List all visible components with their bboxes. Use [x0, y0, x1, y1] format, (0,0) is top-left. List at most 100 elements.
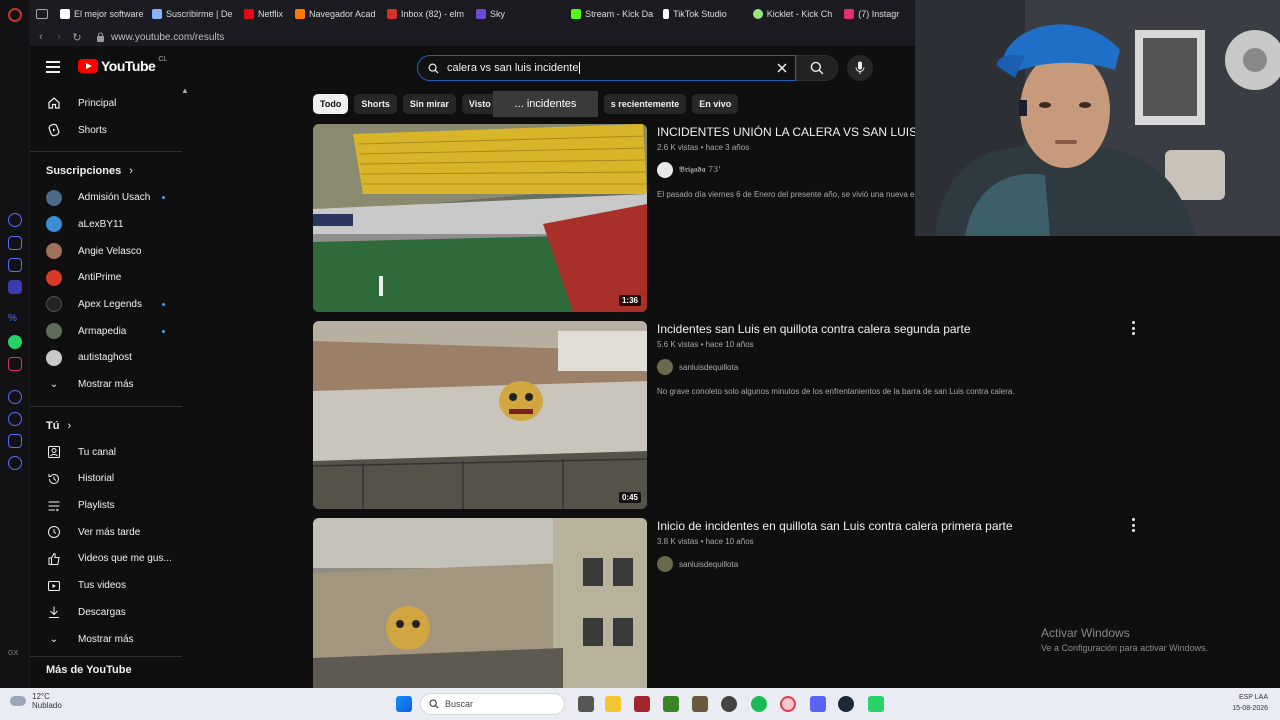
minecraft-icon[interactable]: [663, 696, 679, 712]
app-icon[interactable]: [721, 696, 737, 712]
whatsapp-icon[interactable]: [8, 335, 22, 349]
opera-logo-icon[interactable]: [8, 8, 22, 22]
bookmark[interactable]: Stream - Kick Da: [565, 0, 657, 28]
guide-item-playlists[interactable]: Playlists: [30, 492, 185, 519]
subscriptions-header[interactable]: Suscripciones ›: [30, 158, 185, 184]
instagram-icon[interactable]: [8, 357, 22, 371]
guide-item-watch-later[interactable]: Ver más tarde: [30, 519, 185, 546]
wallet-icon[interactable]: [8, 258, 22, 272]
task-view-icon[interactable]: [578, 696, 594, 712]
forward-icon[interactable]: ›: [50, 31, 68, 43]
messenger-icon[interactable]: [8, 280, 22, 294]
reload-icon[interactable]: ↻: [68, 31, 86, 44]
favicon-icon: [295, 9, 306, 19]
subscription-item[interactable]: autistaghost: [30, 345, 185, 372]
tabs-icon[interactable]: [36, 9, 48, 19]
home-icon: [46, 95, 62, 111]
url-field[interactable]: www.youtube.com/results: [96, 32, 224, 43]
you-header[interactable]: Tú ›: [30, 413, 185, 439]
channel-link[interactable]: sanluisdequillota: [657, 359, 1127, 375]
chip-all[interactable]: Todo: [313, 94, 349, 114]
player-icon[interactable]: [8, 390, 22, 404]
app-icon[interactable]: [692, 696, 708, 712]
app-icon[interactable]: [634, 696, 650, 712]
weather-widget[interactable]: 12°C Nublado: [10, 692, 62, 710]
video-title[interactable]: Inicio de incidentes en quillota san Lui…: [657, 518, 1127, 535]
subscription-item[interactable]: Apex Legends: [30, 291, 185, 318]
bookmark[interactable]: Inbox (82) - elm: [381, 0, 470, 28]
guide-item-shorts[interactable]: Shorts: [30, 117, 185, 144]
menu-icon[interactable]: [46, 61, 60, 73]
bookmark[interactable]: (7) Instagr: [838, 0, 905, 28]
steam-icon[interactable]: [838, 696, 854, 712]
browser-sidebar: % GX: [0, 0, 30, 688]
guide-item-your-channel[interactable]: Tu canal: [30, 439, 185, 466]
video-stats: 3.8 K vistas • hace 10 años: [657, 537, 754, 546]
bookmark[interactable]: El mejor software: [54, 0, 146, 28]
search-input[interactable]: calera vs san luis incidente: [417, 55, 796, 81]
guide-item-downloads[interactable]: Descargas: [30, 599, 185, 626]
settings-icon[interactable]: [8, 456, 22, 470]
bookmark[interactable]: Netflix: [238, 0, 289, 28]
taskbar-search[interactable]: Buscar: [420, 693, 565, 715]
bookmark[interactable]: Navegador Acad: [289, 0, 381, 28]
streamer-camera-image: [915, 0, 1280, 236]
whatsapp-icon[interactable]: [868, 696, 884, 712]
file-explorer-icon[interactable]: [605, 696, 621, 712]
subscription-item[interactable]: AntiPrime: [30, 264, 185, 291]
chip-recent[interactable]: s recientemente: [603, 94, 687, 114]
spotify-icon[interactable]: [751, 696, 767, 712]
show-more-you[interactable]: ⌄ Mostrar más: [30, 626, 185, 653]
cube-icon[interactable]: [8, 434, 22, 448]
chip-shorts[interactable]: Shorts: [354, 94, 397, 114]
bookmark[interactable]: Suscribirme | De: [146, 0, 238, 28]
more-actions-icon[interactable]: [1130, 518, 1136, 532]
clock-icon[interactable]: [8, 412, 22, 426]
video-thumbnail[interactable]: 0:45: [313, 321, 647, 509]
guide-item-home[interactable]: Principal: [30, 90, 185, 117]
guide-item-liked-videos[interactable]: Videos que me gus...: [30, 546, 185, 573]
voice-search-button[interactable]: [847, 55, 873, 81]
bookmark[interactable]: TikTok Studio: [657, 0, 733, 28]
video-result[interactable]: 0:45 Incidentes san Luis en quillota con…: [313, 321, 1153, 509]
video-title[interactable]: Incidentes san Luis en quillota contra c…: [657, 321, 1127, 338]
youtube-logo[interactable]: YouTube CL: [78, 56, 167, 74]
lock-icon: [97, 32, 104, 42]
bookmark[interactable]: Sky: [470, 0, 511, 28]
favicon-icon: [476, 9, 487, 19]
back-icon[interactable]: ‹: [32, 31, 50, 43]
subscription-item[interactable]: Angie Velasco: [30, 238, 185, 265]
history-icon[interactable]: [8, 213, 22, 227]
new-content-dot: [162, 329, 165, 333]
guide-item-your-videos[interactable]: Tus videos: [30, 572, 185, 599]
opera-gx-icon[interactable]: [780, 696, 796, 712]
divider: [30, 151, 182, 153]
subscription-item[interactable]: aLexBY11: [30, 211, 185, 238]
clear-search-icon[interactable]: [775, 61, 789, 75]
gx-icon[interactable]: GX: [8, 650, 22, 664]
discord-icon[interactable]: [810, 696, 826, 712]
video-thumbnail[interactable]: 1:36: [313, 124, 647, 312]
guide-sidebar: Principal Shorts Suscripciones › Admisión…: [30, 90, 185, 688]
aria-icon[interactable]: [8, 236, 22, 250]
show-more-subscriptions[interactable]: ⌄ Mostrar más: [30, 371, 185, 398]
chip-live[interactable]: En vivo: [692, 94, 739, 114]
watch-later-icon: [46, 524, 62, 540]
video-thumbnail[interactable]: [313, 518, 647, 688]
channel-link[interactable]: sanluisdequillota: [657, 556, 1127, 572]
search-button[interactable]: [796, 55, 838, 81]
percent-icon[interactable]: %: [8, 313, 22, 327]
windows-start-icon[interactable]: [396, 696, 412, 712]
chevron-right-icon: ›: [67, 419, 72, 432]
subscription-item[interactable]: Armapedia: [30, 318, 185, 345]
bookmark[interactable]: Kicklet - Kick Ch: [747, 0, 839, 28]
more-actions-icon[interactable]: [1130, 321, 1136, 335]
chip-unwatched[interactable]: Sin mirar: [402, 94, 456, 114]
guide-item-history[interactable]: Historial: [30, 466, 185, 493]
subscription-item[interactable]: Admisión Usach: [30, 184, 185, 211]
favicon-icon: [60, 9, 70, 19]
video-result[interactable]: Inicio de incidentes en quillota san Lui…: [313, 518, 1153, 688]
new-content-dot: [162, 196, 165, 200]
system-tray[interactable]: ESP LAA 15-08-2026: [1232, 692, 1268, 714]
search-icon: [810, 61, 824, 75]
